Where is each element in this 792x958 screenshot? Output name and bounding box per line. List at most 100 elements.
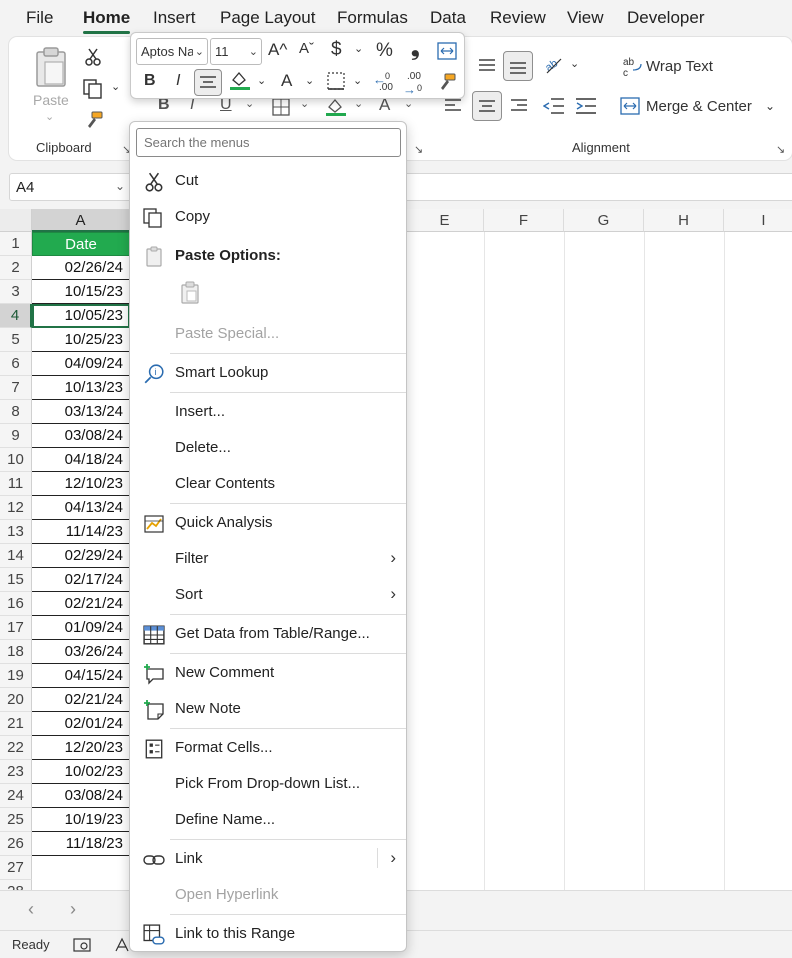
menu-item-sort[interactable]: Sort › (130, 578, 406, 612)
font-size-dropdown-icon[interactable]: ⌄ (249, 45, 258, 58)
tab-data[interactable]: Data (430, 8, 466, 28)
row-header[interactable]: 5 (0, 328, 32, 352)
active-cell[interactable]: 10/05/23 (32, 304, 130, 328)
merge-center-mini-icon[interactable] (437, 42, 457, 60)
menu-item-link-range[interactable]: Link to this Range (130, 917, 406, 951)
row-header[interactable]: 16 (0, 592, 32, 616)
name-box[interactable]: A4 ⌄ (9, 173, 132, 201)
row-header[interactable]: 26 (0, 832, 32, 856)
borders-dropdown-mini-icon[interactable]: ⌄ (353, 76, 362, 87)
date-cell[interactable]: 04/18/24 (32, 448, 130, 472)
orientation-dropdown-icon[interactable]: ⌄ (570, 59, 579, 70)
date-cell[interactable]: 11/18/23 (32, 832, 130, 856)
menu-item-insert[interactable]: Insert... (130, 395, 406, 429)
date-cell[interactable]: 04/15/24 (32, 664, 130, 688)
borders-icon[interactable] (272, 98, 290, 116)
grow-font-icon[interactable]: A^ (268, 41, 287, 58)
underline-dropdown-icon[interactable]: ⌄ (245, 99, 254, 110)
decrease-indent-icon[interactable] (543, 97, 565, 115)
date-cell[interactable]: 12/20/23 (32, 736, 130, 760)
row-header[interactable]: 13 (0, 520, 32, 544)
row-header[interactable]: 27 (0, 856, 32, 880)
date-cell[interactable]: 03/08/24 (32, 424, 130, 448)
wrap-text-icon[interactable]: ab c (623, 56, 643, 78)
currency-dropdown-icon[interactable]: ⌄ (354, 44, 363, 55)
menu-item-copy[interactable]: Copy (130, 200, 406, 234)
font-color-dropdown-mini-icon[interactable]: ⌄ (305, 76, 314, 87)
date-cell[interactable]: 02/21/24 (32, 688, 130, 712)
menu-item-link[interactable]: Link › (130, 842, 406, 876)
menu-item-format-cells[interactable]: Format Cells... (130, 731, 406, 765)
date-cell[interactable]: 03/26/24 (32, 640, 130, 664)
column-header-e[interactable]: E (406, 209, 484, 232)
row-header[interactable]: 23 (0, 760, 32, 784)
column-header-g[interactable]: G (564, 209, 644, 232)
date-cell[interactable]: 02/26/24 (32, 256, 130, 280)
tab-developer[interactable]: Developer (627, 8, 705, 28)
font-color-icon[interactable]: A (281, 72, 292, 89)
merge-center-button[interactable]: Merge & Center (646, 98, 752, 115)
menu-item-quick-analysis[interactable]: Quick Analysis (130, 506, 406, 540)
header-cell-date[interactable]: Date (32, 232, 130, 256)
menu-item-smart-lookup[interactable]: i Smart Lookup (130, 356, 406, 390)
row-header[interactable]: 6 (0, 352, 32, 376)
format-painter-icon[interactable] (84, 110, 104, 130)
percent-icon[interactable]: % (376, 41, 393, 60)
menu-item-clear-contents[interactable]: Clear Contents (130, 467, 406, 501)
date-cell[interactable]: 04/09/24 (32, 352, 130, 376)
wrap-text-button[interactable]: Wrap Text (646, 58, 713, 75)
tab-home[interactable]: Home (83, 8, 130, 28)
date-cell[interactable]: 02/21/24 (32, 592, 130, 616)
tab-view[interactable]: View (567, 8, 604, 28)
center-align-button[interactable] (194, 69, 222, 96)
macro-icon[interactable] (114, 937, 130, 953)
date-cell[interactable]: 03/13/24 (32, 400, 130, 424)
column-header-f[interactable]: F (484, 209, 564, 232)
date-cell[interactable]: 10/19/23 (32, 808, 130, 832)
align-left-icon[interactable] (444, 98, 462, 114)
paste-option-icon[interactable] (179, 281, 201, 305)
align-middle-button[interactable] (503, 51, 533, 81)
shrink-font-icon[interactable]: Aˇ (299, 41, 314, 56)
align-top-icon[interactable] (478, 57, 496, 73)
copy-icon[interactable] (83, 79, 105, 99)
paste-button[interactable]: Paste ⌄ (27, 46, 75, 126)
row-header[interactable]: 24 (0, 784, 32, 808)
align-center-button[interactable] (472, 91, 502, 121)
date-cell[interactable]: 04/13/24 (32, 496, 130, 520)
orientation-icon[interactable]: ab (543, 55, 565, 75)
row-header[interactable]: 11 (0, 472, 32, 496)
align-right-icon[interactable] (510, 98, 528, 114)
fill-color-ribbon-icon[interactable] (325, 97, 347, 117)
row-header[interactable]: 3 (0, 280, 32, 304)
currency-icon[interactable]: $ (331, 40, 342, 59)
row-header[interactable]: 15 (0, 568, 32, 592)
sheet-next-icon[interactable]: › (70, 899, 76, 920)
row-header[interactable]: 21 (0, 712, 32, 736)
menu-item-new-note[interactable]: New Note (130, 692, 406, 726)
row-header[interactable]: 22 (0, 736, 32, 760)
merge-dropdown-icon[interactable]: ⌄ (765, 100, 775, 112)
row-header[interactable]: 19 (0, 664, 32, 688)
decrease-decimal-icon[interactable]: ← 0 .00 (373, 71, 399, 95)
borders-dropdown-icon[interactable]: ⌄ (300, 99, 309, 110)
menu-item-filter[interactable]: Filter › (130, 542, 406, 576)
date-cell[interactable]: 01/09/24 (32, 616, 130, 640)
font-color-dropdown-icon[interactable]: ⌄ (404, 99, 413, 110)
formula-bar[interactable] (406, 173, 792, 201)
tab-file[interactable]: File (26, 8, 53, 28)
row-header[interactable]: 10 (0, 448, 32, 472)
alignment-launcher-icon[interactable]: ↘ (776, 143, 785, 156)
font-name-dropdown-icon[interactable]: ⌄ (192, 45, 204, 58)
accessibility-icon[interactable] (73, 937, 93, 953)
tab-formulas[interactable]: Formulas (337, 8, 408, 28)
date-cell[interactable]: 03/08/24 (32, 784, 130, 808)
date-cell[interactable]: 10/13/23 (32, 376, 130, 400)
borders-mini-icon[interactable] (327, 72, 345, 90)
tab-page-layout[interactable]: Page Layout (220, 8, 315, 28)
row-header[interactable]: 17 (0, 616, 32, 640)
row-header[interactable]: 20 (0, 688, 32, 712)
row-header[interactable]: 8 (0, 400, 32, 424)
sheet-prev-icon[interactable]: ‹ (28, 899, 34, 920)
date-cell[interactable]: 10/02/23 (32, 760, 130, 784)
